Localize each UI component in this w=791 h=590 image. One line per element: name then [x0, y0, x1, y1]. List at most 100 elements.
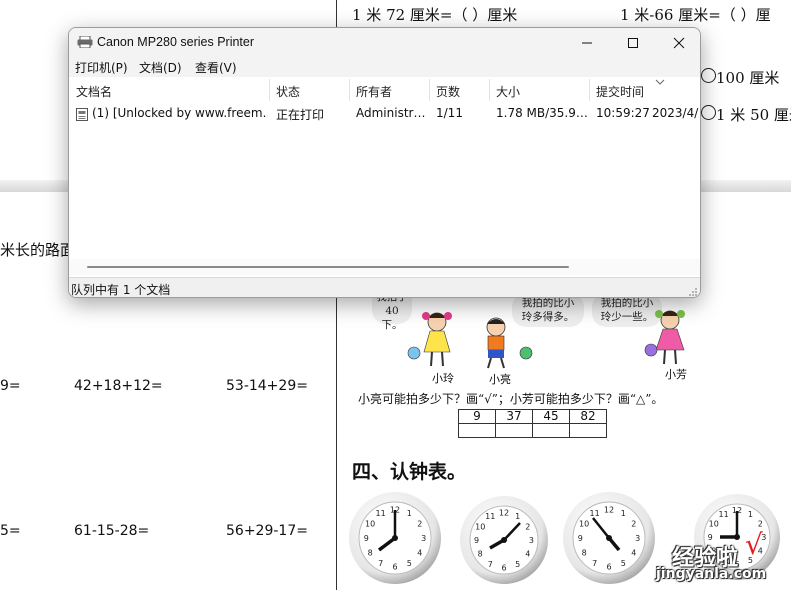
clock-numeral: 7	[592, 559, 597, 568]
clock-numeral: 5	[407, 559, 412, 568]
status-bar: 队列中有 1 个文档	[69, 277, 700, 297]
clock-face: 11 10 9 8 7 6 5 4 3 2 1 12	[563, 492, 655, 584]
kid-name: 小芳	[665, 368, 687, 381]
clock-numeral: 12	[499, 509, 509, 518]
status-text: 队列中有 1 个文档	[71, 283, 171, 297]
clock-numeral: 5	[621, 559, 626, 568]
clock-numeral: 3	[635, 534, 640, 543]
close-button[interactable]	[656, 28, 700, 57]
clock-numeral: 3	[421, 534, 426, 543]
clock-numeral: 9	[578, 534, 583, 543]
clock-numeral: 11	[718, 510, 728, 519]
job-size: 1.78 MB/35.9…	[496, 106, 588, 120]
printer-queue-window[interactable]: Canon MP280 series Printer 打印机(P) 文档(D) …	[68, 27, 701, 298]
math-problem: 5=	[0, 523, 21, 539]
column-header-status[interactable]: 状态	[276, 83, 300, 100]
job-pages: 1/11	[436, 106, 463, 120]
clock-numeral: 11	[590, 509, 600, 518]
clock-numeral: 9	[364, 534, 369, 543]
column-divider[interactable]	[349, 79, 350, 101]
clock-numeral: 2	[525, 522, 530, 531]
menu-view[interactable]: 查看(V)	[195, 59, 237, 76]
column-header-owner[interactable]: 所有者	[356, 83, 392, 100]
table-cell	[458, 423, 496, 438]
clock-numeral: 11	[376, 509, 386, 518]
clock-numeral: 4	[525, 550, 530, 559]
table-cell	[569, 423, 607, 438]
worksheet-option: 100 厘米	[716, 69, 780, 87]
sort-chevron-icon	[655, 79, 665, 85]
clock-numeral: 3	[529, 536, 534, 545]
clock-numeral: 12	[604, 505, 614, 514]
clock-numeral: 1	[515, 512, 520, 521]
table-cell: 82	[569, 409, 607, 424]
resize-grip-icon[interactable]	[688, 287, 698, 297]
column-header-pages[interactable]: 页数	[436, 83, 460, 100]
job-date: 2023/4/	[652, 106, 699, 120]
worksheet-option: 1 米 50 厘米	[716, 106, 791, 124]
column-divider[interactable]	[269, 79, 270, 101]
clock-numeral: 1	[748, 510, 753, 519]
column-divider[interactable]	[429, 79, 430, 101]
menu-bar: 打印机(P) 文档(D) 查看(V)	[69, 57, 700, 77]
document-icon	[76, 108, 88, 121]
clock-numeral: 2	[631, 520, 636, 529]
option-circle	[701, 105, 716, 120]
job-time: 10:59:27	[596, 106, 650, 120]
answer-table: 9 37 45 82	[458, 409, 607, 438]
scrollbar-thumb[interactable]	[87, 266, 569, 268]
math-problem: 53-14+29=	[226, 378, 308, 394]
clock-numeral: 6	[392, 563, 397, 572]
clock-numeral: 8	[582, 548, 587, 557]
job-status: 正在打印	[276, 108, 325, 122]
math-problem: 56+29-17=	[226, 523, 308, 539]
column-divider[interactable]	[589, 79, 590, 101]
column-header-docname[interactable]: 文档名	[76, 83, 112, 100]
clock-numeral: 11	[485, 512, 495, 521]
column-divider[interactable]	[489, 79, 490, 101]
table-cell: 37	[495, 409, 533, 424]
clock-numeral: 5	[515, 560, 520, 569]
clock-numeral: 6	[606, 563, 611, 572]
table-cell: 9	[458, 409, 496, 424]
clock-numeral: 1	[407, 509, 412, 518]
horizontal-scrollbar[interactable]	[69, 259, 700, 275]
clock-numeral: 8	[478, 550, 483, 559]
kid-name: 小玲	[432, 372, 454, 385]
printer-icon	[77, 36, 93, 48]
column-header-row: 文档名 状态 所有者 页数 大小 提交时间	[69, 79, 700, 101]
watermark-url: jingyanla.com	[656, 566, 767, 582]
window-title: Canon MP280 series Printer	[97, 35, 255, 49]
worksheet-problem: 1 米 72 厘米=（ ）厘米	[352, 6, 518, 24]
minimize-icon	[582, 42, 592, 43]
option-circle	[701, 68, 716, 83]
menu-document[interactable]: 文档(D)	[139, 59, 182, 76]
table-row[interactable]: (1) [Unlocked by www.freem… 正在打印 Adminis…	[69, 104, 700, 124]
math-problem: 61-15-28=	[74, 523, 150, 539]
close-icon	[673, 37, 685, 48]
clock-numeral: 7	[378, 559, 383, 568]
clock-numeral: 10	[709, 520, 719, 529]
clock-numeral: 10	[579, 520, 589, 529]
page-gap-band	[700, 180, 791, 192]
clock-face: 11 10 9 8 7 6 5 4 3 2 1 12	[460, 496, 548, 584]
page-gap-band	[0, 180, 68, 192]
table-cell: 45	[532, 409, 570, 424]
maximize-icon	[628, 37, 638, 48]
worksheet-text: 米长的路面	[0, 241, 76, 259]
title-bar[interactable]: Canon MP280 series Printer	[69, 28, 700, 57]
column-header-submitted[interactable]: 提交时间	[596, 83, 644, 100]
clock-numeral: 6	[501, 563, 506, 572]
table-cell	[495, 423, 533, 438]
clock-numeral: 2	[417, 520, 422, 529]
kids-illustration	[407, 310, 685, 369]
worksheet-question: 小亮可能拍多少下？画“√”；小芳可能拍多少下？画“△”。	[358, 392, 664, 406]
maximize-button[interactable]	[610, 28, 656, 57]
column-header-size[interactable]: 大小	[496, 83, 520, 100]
kid-name: 小亮	[489, 373, 511, 386]
clock-numeral: 8	[368, 548, 373, 557]
clock-face: 11 10 9 8 7 6 5 4 3 2 1 12	[349, 492, 441, 584]
minimize-button[interactable]	[564, 28, 610, 57]
job-owner: Administr…	[356, 106, 426, 120]
menu-printer[interactable]: 打印机(P)	[75, 59, 128, 76]
